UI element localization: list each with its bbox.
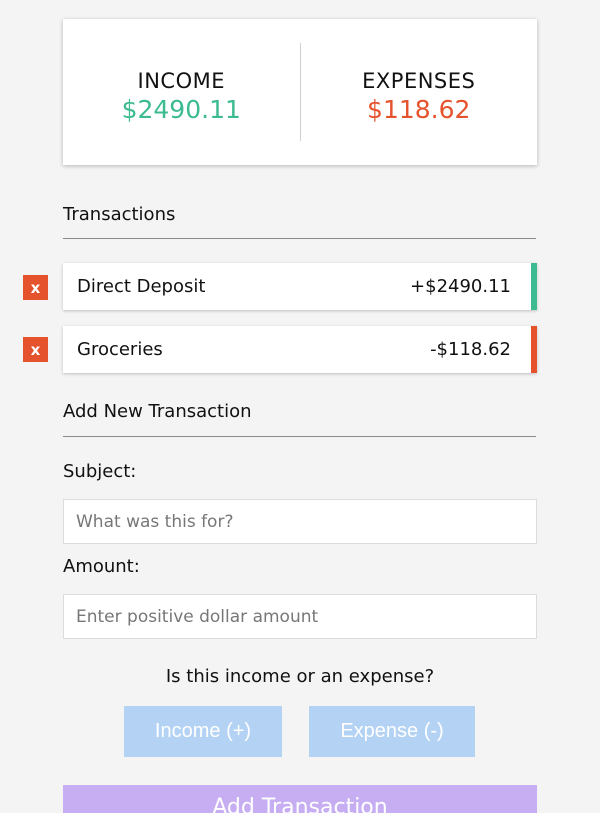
income-label: INCOME — [137, 68, 225, 93]
add-transaction-heading: Add New Transaction — [63, 401, 252, 422]
transaction-name: Direct Deposit — [77, 276, 206, 297]
transactions-heading: Transactions — [63, 204, 176, 225]
amount-input[interactable] — [63, 594, 537, 639]
budget-app: INCOME $2490.11 EXPENSES $118.62 Transac… — [0, 0, 600, 813]
summary-card: INCOME $2490.11 EXPENSES $118.62 — [63, 19, 537, 165]
transaction-amount: +$2490.11 — [410, 276, 511, 297]
delete-transaction-button[interactable]: x — [23, 337, 48, 362]
subject-input[interactable] — [63, 499, 537, 544]
income-type-button[interactable]: Income (+) — [124, 706, 282, 757]
expense-type-button[interactable]: Expense (-) — [309, 706, 475, 757]
income-total: $2490.11 — [121, 94, 241, 124]
add-transaction-divider — [63, 436, 536, 437]
transaction-type-question: Is this income or an expense? — [165, 666, 435, 687]
transaction-name: Groceries — [77, 339, 163, 360]
add-transaction-button[interactable]: Add Transaction — [63, 785, 537, 813]
subject-label: Subject: — [63, 461, 137, 482]
expenses-summary: EXPENSES $118.62 — [301, 19, 538, 165]
transactions-divider — [63, 238, 536, 239]
delete-transaction-button[interactable]: x — [23, 275, 48, 300]
transaction-amount: -$118.62 — [430, 339, 511, 360]
transaction-row: Groceries -$118.62 — [63, 326, 537, 373]
expenses-total: $118.62 — [367, 94, 471, 124]
transaction-row: Direct Deposit +$2490.11 — [63, 263, 537, 310]
amount-label: Amount: — [63, 556, 140, 577]
income-summary: INCOME $2490.11 — [63, 19, 300, 165]
expenses-label: EXPENSES — [362, 68, 476, 93]
